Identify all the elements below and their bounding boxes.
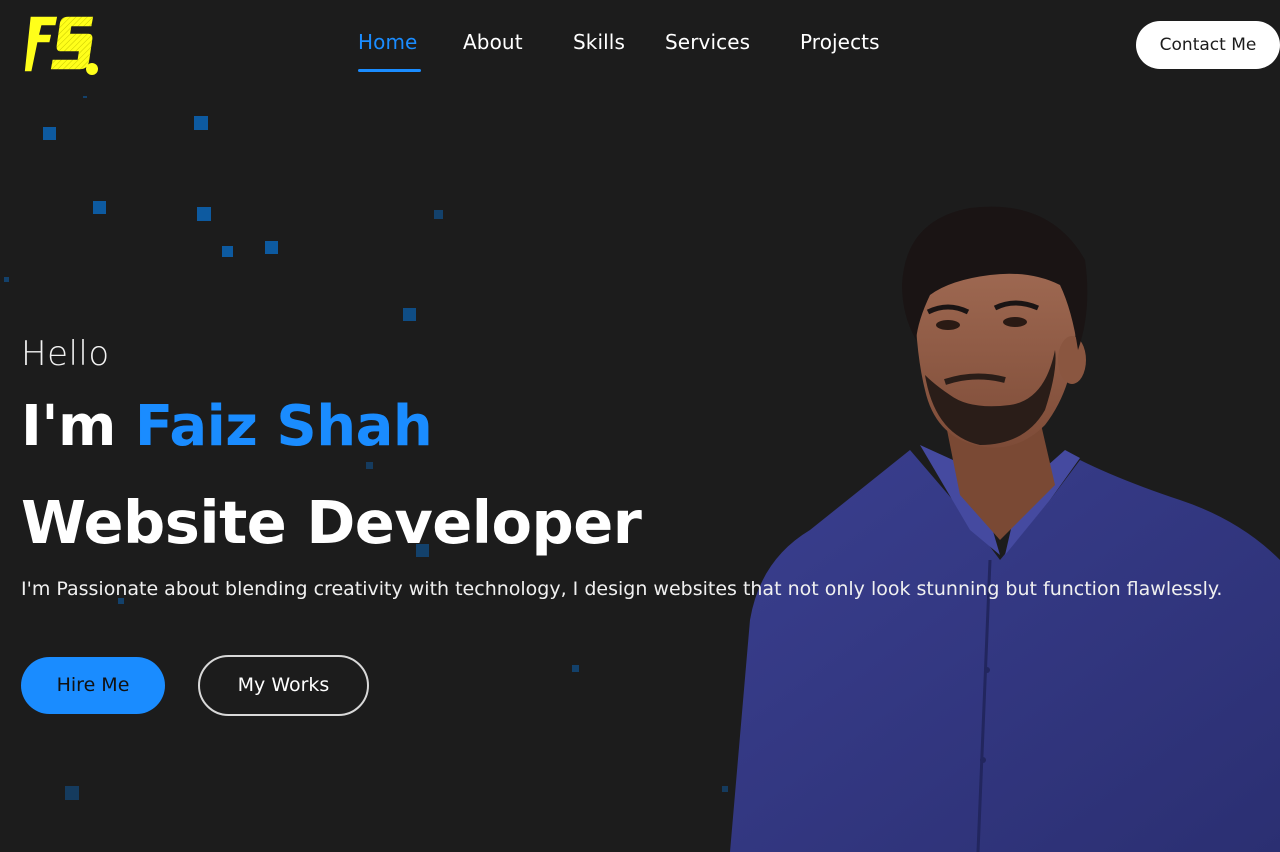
hire-me-button[interactable]: Hire Me bbox=[21, 657, 165, 714]
particle-square bbox=[265, 241, 278, 254]
particle-square bbox=[403, 308, 416, 321]
particle-square bbox=[222, 246, 233, 257]
hero-intro-prefix: I'm bbox=[21, 394, 116, 459]
portfolio-page: Home About Skills Services Projects Cont… bbox=[0, 0, 1280, 852]
nav-services[interactable]: Services bbox=[665, 30, 750, 54]
hero-description: I'm Passionate about blending creativity… bbox=[21, 578, 1223, 600]
hero-name-line: I'm Faiz Shah bbox=[21, 394, 433, 459]
particle-square bbox=[434, 210, 443, 219]
particle-square bbox=[194, 116, 208, 130]
particle-square bbox=[65, 786, 79, 800]
my-works-button[interactable]: My Works bbox=[198, 655, 369, 716]
contact-me-button[interactable]: Contact Me bbox=[1136, 21, 1280, 69]
main-nav: Home About Skills Services Projects bbox=[0, 0, 1280, 90]
nav-home[interactable]: Home bbox=[358, 30, 417, 54]
particle-square bbox=[366, 462, 373, 469]
particle-square bbox=[4, 277, 9, 282]
nav-projects[interactable]: Projects bbox=[800, 30, 880, 54]
particle-square bbox=[43, 127, 56, 140]
profile-photo bbox=[730, 206, 1280, 852]
nav-about[interactable]: About bbox=[463, 30, 523, 54]
particle-square bbox=[572, 665, 579, 672]
hero-greeting: Hello bbox=[21, 334, 110, 374]
hero-name: Faiz Shah bbox=[134, 394, 433, 459]
particle-square bbox=[93, 201, 106, 214]
active-nav-indicator bbox=[358, 69, 421, 72]
nav-skills[interactable]: Skills bbox=[573, 30, 625, 54]
particle-square bbox=[197, 207, 211, 221]
particle-square bbox=[83, 96, 87, 98]
hero-role: Website Developer bbox=[21, 488, 642, 557]
